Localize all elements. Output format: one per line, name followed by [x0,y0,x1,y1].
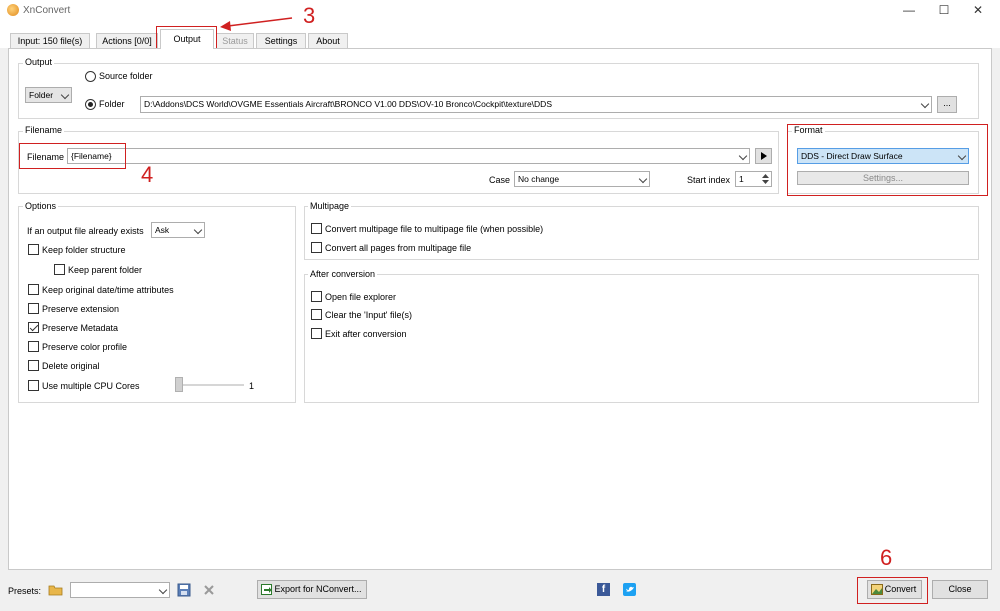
folder-path-value: D:\Addons\DCS World\OVGME Essentials Air… [144,99,552,109]
presets-label: Presets: [8,586,42,596]
twitter-icon[interactable] [623,583,636,596]
tab-about[interactable]: About [308,33,348,49]
window-title: XnConvert [23,5,71,16]
presets-select[interactable] [70,582,170,598]
save-disk-icon[interactable] [177,583,191,597]
chevron-down-icon [638,174,648,184]
keep-parent-folder-label: Keep parent folder [68,265,143,275]
chevron-down-icon [920,99,930,109]
convert-multipage-checkbox[interactable] [311,223,322,234]
exit-after-conversion-checkbox[interactable] [311,328,322,339]
delete-x-icon[interactable] [203,584,215,596]
delete-original-checkbox[interactable] [28,360,39,371]
preserve-color-profile-label: Preserve color profile [42,342,128,352]
tab-output[interactable]: Output [160,29,214,49]
annotation-box-6 [857,577,928,604]
tab-actions[interactable]: Actions [0/0] [96,33,158,49]
close-button[interactable]: Close [932,580,988,599]
xnconvert-logo-icon [7,4,19,16]
maximize-button[interactable]: ☐ [928,0,960,22]
source-folder-label: Source folder [99,71,153,81]
convert-all-pages-checkbox[interactable] [311,242,322,253]
start-index-label: Start index [687,175,731,185]
folder-path-combo[interactable]: D:\Addons\DCS World\OVGME Essentials Air… [140,96,932,113]
annotation-box-5 [787,124,988,196]
export-nconvert-label: Export for NConvert... [274,584,362,594]
facebook-icon[interactable]: f [597,583,610,596]
case-label: Case [489,175,511,185]
preserve-color-profile-checkbox[interactable] [28,341,39,352]
folder-label: Folder [99,99,125,109]
options-group-label: Options [23,201,59,211]
convert-all-pages-label: Convert all pages from multipage file [325,243,472,253]
keep-date-time-label: Keep original date/time attributes [42,285,174,295]
keep-folder-structure-label: Keep folder structure [42,245,126,255]
after-conversion-group-label: After conversion [308,269,378,279]
cpu-cores-slider-handle[interactable] [175,377,183,392]
clear-input-files-checkbox[interactable] [311,309,322,320]
minimize-button[interactable]: — [893,0,925,22]
delete-original-label: Delete original [42,361,100,371]
export-icon [261,584,272,595]
output-type-select[interactable]: Folder [25,87,72,103]
annotation-arrow-icon [220,17,293,31]
annotation-number-4: 4 [141,162,154,187]
cpu-cores-slider-track [178,384,244,386]
spinner-arrows-icon [762,174,769,184]
play-arrow-icon [761,152,767,160]
tab-input[interactable]: Input: 150 file(s) [10,33,90,49]
multiple-cpu-cores-label: Use multiple CPU Cores [42,381,140,391]
twitter-bird-icon [626,586,634,592]
annotation-number-3: 3 [303,3,316,28]
annotation-box-4 [19,143,126,169]
preserve-extension-checkbox[interactable] [28,303,39,314]
open-file-explorer-checkbox[interactable] [311,291,322,302]
chevron-down-icon [60,90,70,100]
filename-group-label: Filename [23,125,65,135]
output-group-label: Output [23,57,55,67]
cpu-cores-value: 1 [249,381,255,391]
file-exists-label: If an output file already exists [27,226,144,236]
case-select[interactable]: No change [514,171,650,187]
keep-folder-structure-checkbox[interactable] [28,244,39,255]
folder-open-icon[interactable] [48,583,64,597]
file-exists-select[interactable]: Ask [151,222,205,238]
keep-date-time-checkbox[interactable] [28,284,39,295]
convert-multipage-label: Convert multipage file to multipage file… [325,224,544,234]
multiple-cpu-cores-checkbox[interactable] [28,380,39,391]
file-exists-value: Ask [155,225,170,235]
start-index-value: 1 [739,174,744,184]
preserve-extension-label: Preserve extension [42,304,120,314]
chevron-down-icon [738,151,748,161]
output-type-value: Folder [29,90,54,100]
filename-insert-button[interactable] [755,148,772,164]
multipage-group-label: Multipage [308,201,352,211]
export-nconvert-button[interactable]: Export for NConvert... [257,580,367,599]
preserve-metadata-label: Preserve Metadata [42,323,119,333]
folder-radio[interactable] [85,99,96,110]
exit-after-conversion-label: Exit after conversion [325,329,407,339]
title-bar [0,0,1000,22]
keep-parent-folder-checkbox[interactable] [54,264,65,275]
close-window-button[interactable]: ✕ [962,0,994,22]
preserve-metadata-checkbox[interactable] [28,322,39,333]
source-folder-radio[interactable] [85,71,96,82]
chevron-down-icon [193,225,203,235]
filename-pattern-combo[interactable]: {Filename} [67,148,750,164]
case-value: No change [518,174,560,184]
clear-input-files-label: Clear the 'Input' file(s) [325,310,412,320]
browse-folder-button[interactable]: ... [937,96,957,113]
start-index-spinner[interactable]: 1 [735,171,772,187]
open-file-explorer-label: Open file explorer [325,292,397,302]
annotation-number-6: 6 [880,545,893,570]
chevron-down-icon [158,585,168,595]
